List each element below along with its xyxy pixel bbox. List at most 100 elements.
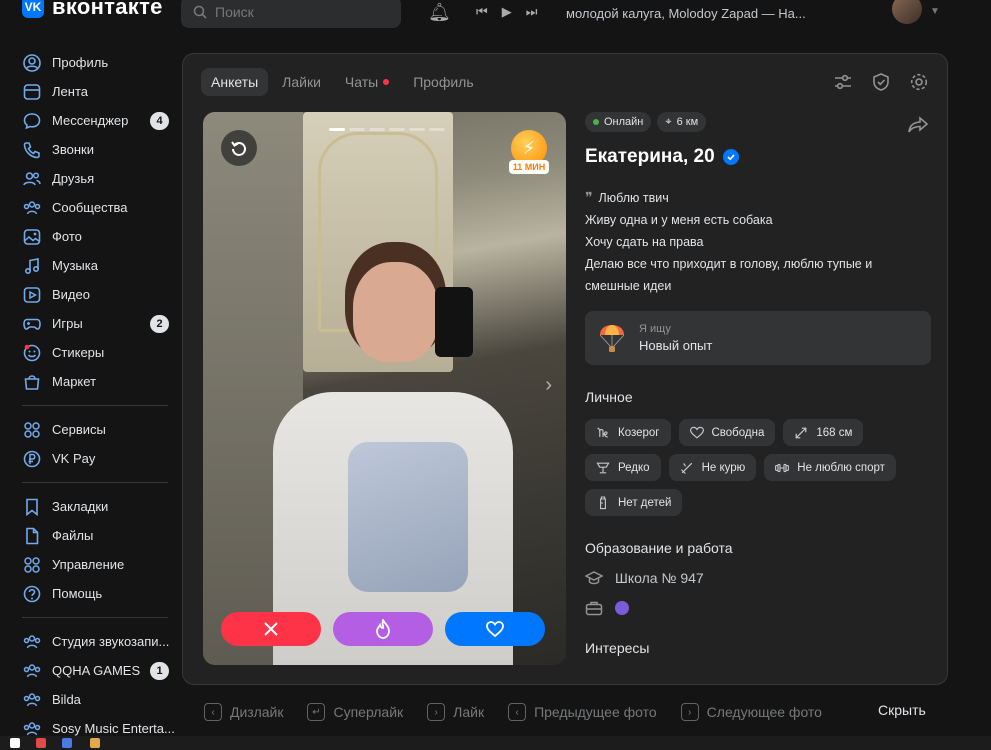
school-name: Школа № 947 — [615, 570, 704, 586]
sidebar-item[interactable]: Bilda — [0, 685, 180, 714]
sidebar-item[interactable]: Файлы — [0, 521, 180, 550]
friends-icon — [22, 169, 42, 189]
top-header: VK вконтакте 🔔︎ ⏮ ▶ ⏭ молодой калуга, Mo… — [0, 0, 991, 38]
chevron-down-icon[interactable]: ▼ — [930, 6, 940, 17]
hide-hotkeys-button[interactable]: Скрыть — [878, 702, 926, 718]
bio-text: Люблю твич — [598, 191, 669, 205]
hotkey-label: Дизлайк — [230, 704, 284, 720]
now-playing[interactable]: молодой калуга, Molodoy Zapad — На... — [566, 6, 806, 21]
hotkey-label: Лайк — [453, 704, 485, 720]
sidebar-item[interactable]: Маркет — [0, 367, 180, 396]
sidebar-item-label: Sosy Music Enterta... — [52, 721, 175, 736]
taskbar-app-icon[interactable] — [90, 738, 100, 748]
vk-logo[interactable]: VK вконтакте — [22, 0, 163, 20]
work-row — [585, 600, 931, 616]
sidebar-item[interactable]: Управление — [0, 550, 180, 579]
shield-check-icon[interactable] — [871, 72, 891, 92]
heart-icon — [689, 425, 705, 441]
sidebar-item[interactable]: Друзья — [0, 164, 180, 193]
manage-icon — [22, 555, 42, 575]
sidebar-item[interactable]: Лента — [0, 77, 180, 106]
filters-icon[interactable] — [833, 72, 853, 92]
work-status-dot — [615, 601, 629, 615]
previous-track-icon[interactable]: ⏮ — [476, 4, 488, 20]
sidebar-item[interactable]: Сообщества — [0, 193, 180, 222]
next-track-icon[interactable]: ⏭ — [526, 4, 538, 20]
sidebar-item-label: Мессенджер — [52, 113, 129, 128]
profile-photo[interactable]: ⚡︎ 11 МИН › — [203, 112, 566, 665]
sidebar-item-label: Закладки — [52, 499, 109, 514]
sidebar-item[interactable]: Сервисы — [0, 415, 180, 444]
taskbar-app-icon[interactable] — [62, 738, 72, 748]
play-icon[interactable]: ▶ — [502, 4, 512, 20]
sidebar-item[interactable]: Помощь — [0, 579, 180, 608]
sidebar-item[interactable]: Закладки — [0, 492, 180, 521]
bookmark-icon — [22, 497, 42, 517]
tag-label: Не люблю спорт — [797, 461, 885, 474]
sidebar-item-label: Студия звукозапи... — [52, 634, 170, 649]
next-photo-arrow-icon[interactable]: › — [545, 374, 552, 397]
sidebar-item-label: Управление — [52, 557, 125, 572]
sidebar-item[interactable]: Мессенджер 4 — [0, 106, 180, 135]
user-avatar[interactable] — [892, 0, 922, 24]
feed-icon — [22, 82, 42, 102]
like-button[interactable] — [445, 612, 545, 646]
sidebar-item[interactable]: Стикеры — [0, 338, 180, 367]
group-icon — [22, 632, 42, 652]
vkpay-icon — [22, 449, 42, 469]
sidebar-item[interactable]: Звонки — [0, 135, 180, 164]
sidebar-item-label: Фото — [52, 229, 82, 244]
sidebar-item[interactable]: VK Pay — [0, 444, 180, 473]
seeking-card: Я ищу Новый опыт — [585, 311, 931, 365]
boost-timer[interactable]: ⚡︎ 11 МИН — [509, 130, 549, 176]
sidebar-item-label: Bilda — [52, 692, 81, 707]
profile-details: Онлайн ⌖ 6 км Екатерина, 20 ❞ Люблю твич Ж… — [585, 112, 931, 656]
sidebar-item[interactable]: Видео — [0, 280, 180, 309]
search-input[interactable] — [215, 4, 385, 20]
online-label: Онлайн — [604, 116, 644, 128]
photo-progress — [329, 128, 445, 131]
dating-panel: Анкеты Лайки Чаты Профиль ⚡︎ 11 МИН › Он… — [182, 53, 948, 685]
sidebar-item[interactable]: Фото — [0, 222, 180, 251]
bio-line: ❞ Люблю твич — [585, 186, 931, 209]
profile-bio: ❞ Люблю твич Живу одна и у меня есть соба… — [585, 186, 931, 297]
tag-label: Не курю — [701, 461, 746, 474]
drink-icon — [595, 460, 611, 476]
personal-tags: Козерог Свободна 168 см Редко Не курю Не любл… — [585, 419, 905, 516]
taskbar-app-icon[interactable] — [36, 738, 46, 748]
search-box[interactable] — [181, 0, 401, 28]
taskbar — [0, 736, 991, 750]
quote-icon: ❞ — [585, 189, 593, 205]
gear-icon[interactable] — [909, 72, 929, 92]
sidebar-item-label: Игры — [52, 316, 83, 331]
taskbar-app-icon[interactable] — [10, 738, 20, 748]
profile-tag: Козерог — [585, 419, 671, 446]
tab-profile[interactable]: Профиль — [403, 68, 483, 96]
sidebar-item-label: Профиль — [52, 55, 109, 70]
tab-likes[interactable]: Лайки — [272, 68, 331, 96]
notifications-icon[interactable]: 🔔︎ — [428, 2, 451, 23]
dislike-button[interactable] — [221, 612, 321, 646]
share-button[interactable] — [907, 116, 929, 139]
online-badge: Онлайн — [585, 112, 652, 132]
sidebar-item[interactable]: Музыка — [0, 251, 180, 280]
photo-progress-segment — [389, 128, 405, 131]
messenger-icon — [22, 111, 42, 131]
education-heading: Образование и работа — [585, 540, 733, 556]
online-dot — [593, 119, 599, 125]
tab-ankety[interactable]: Анкеты — [201, 68, 269, 96]
sidebar-item[interactable]: Игры 2 — [0, 309, 180, 338]
tab-chats[interactable]: Чаты — [335, 68, 399, 96]
profile-name: Екатерина, 20 — [585, 146, 931, 168]
graduation-cap-icon — [585, 571, 603, 585]
profile-tag: Свободна — [678, 419, 776, 446]
sidebar-item[interactable]: Профиль — [0, 48, 180, 77]
parachute-icon — [599, 325, 625, 352]
undo-button[interactable] — [221, 130, 257, 166]
tab-label: Лайки — [282, 74, 321, 90]
sidebar-item[interactable]: QQHA GAMES 1 — [0, 656, 180, 685]
sidebar-item[interactable]: Студия звукозапи... — [0, 627, 180, 656]
superlike-button[interactable] — [333, 612, 433, 646]
hotkey-hint: › Лайк — [427, 703, 484, 721]
vk-logo-icon: VK — [22, 0, 44, 18]
